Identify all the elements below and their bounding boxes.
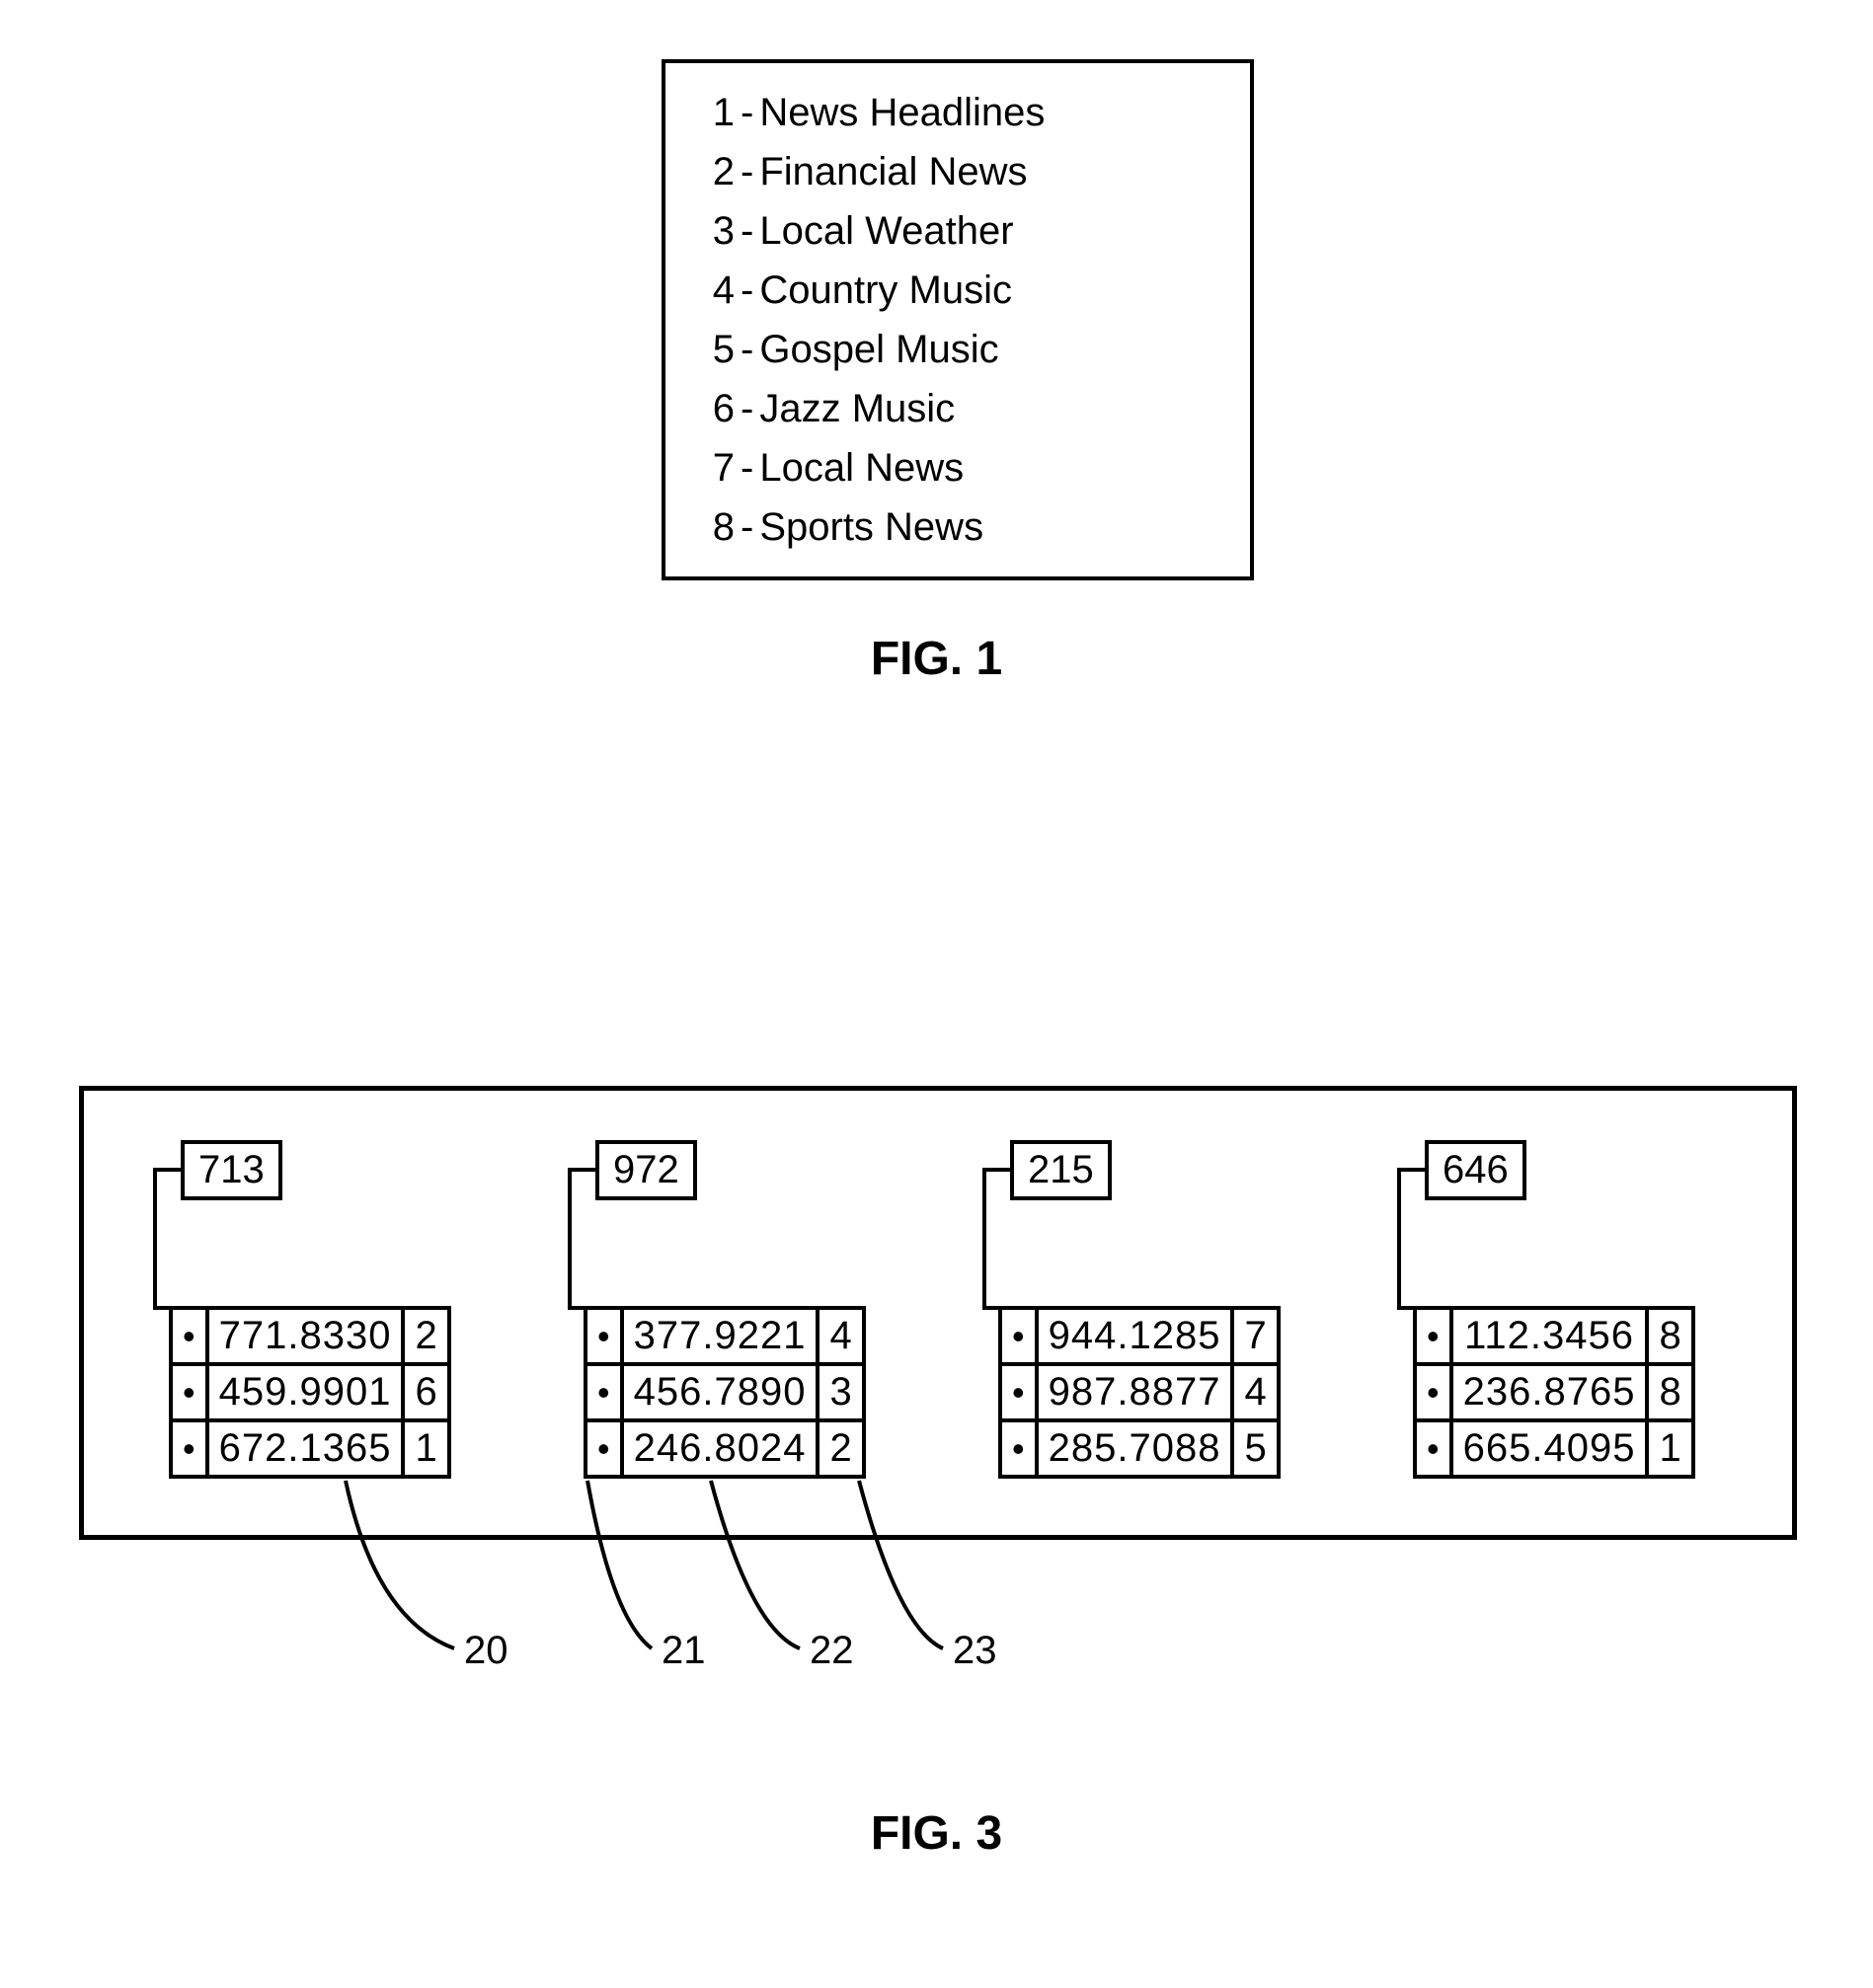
fig1-item-label: Sports News bbox=[759, 505, 983, 549]
table-row: •944.12857 bbox=[1000, 1308, 1279, 1364]
category-code-cell: 8 bbox=[1647, 1308, 1692, 1364]
fig1-item-label: News Headlines bbox=[759, 91, 1045, 134]
fig1-item: 3-Local Weather bbox=[705, 201, 1210, 261]
bracket-icon bbox=[982, 1168, 1012, 1172]
fig1-item: 1-News Headlines bbox=[705, 83, 1210, 142]
bracket-icon bbox=[568, 1168, 572, 1306]
bullet-icon: • bbox=[1000, 1364, 1037, 1420]
fig1-item-num: 2 bbox=[705, 142, 735, 201]
entries-table: •112.34568 •236.87658 •665.40951 bbox=[1413, 1306, 1695, 1479]
fig1-item-num: 4 bbox=[705, 261, 735, 320]
category-code-cell: 5 bbox=[1232, 1420, 1278, 1477]
bracket-icon bbox=[153, 1168, 157, 1306]
area-code-box: 972 bbox=[595, 1140, 697, 1200]
phone-cell: 246.8024 bbox=[622, 1420, 819, 1477]
category-code-cell: 2 bbox=[818, 1420, 863, 1477]
fig1-item: 4-Country Music bbox=[705, 261, 1210, 320]
fig1-item: 2-Financial News bbox=[705, 142, 1210, 201]
fig1-item-label: Jazz Music bbox=[759, 387, 955, 430]
phone-cell: 672.1365 bbox=[207, 1420, 404, 1477]
fig1-item-num: 7 bbox=[705, 438, 735, 497]
bracket-icon bbox=[982, 1168, 986, 1306]
table-row: •377.92214 bbox=[585, 1308, 864, 1364]
fig3-outer-box: 713 •771.83302 •459.99016 •672.13651 972… bbox=[79, 1086, 1797, 1540]
fig3-caption: FIG. 3 bbox=[0, 1806, 1873, 1861]
bullet-icon: • bbox=[1415, 1364, 1451, 1420]
phone-cell: 459.9901 bbox=[207, 1364, 404, 1420]
fig1-item: 7-Local News bbox=[705, 438, 1210, 497]
phone-cell: 112.3456 bbox=[1451, 1308, 1648, 1364]
fig1-item: 6-Jazz Music bbox=[705, 379, 1210, 438]
bullet-icon: • bbox=[585, 1308, 622, 1364]
phone-cell: 771.8330 bbox=[207, 1308, 404, 1364]
bracket-icon bbox=[1397, 1168, 1427, 1172]
table-row: •459.99016 bbox=[171, 1364, 449, 1420]
fig1-item-label: Gospel Music bbox=[759, 328, 998, 371]
table-row: •987.88774 bbox=[1000, 1364, 1279, 1420]
fig1-item: 5-Gospel Music bbox=[705, 320, 1210, 379]
bullet-icon: • bbox=[1415, 1308, 1451, 1364]
category-code-cell: 7 bbox=[1232, 1308, 1278, 1364]
bullet-icon: • bbox=[171, 1420, 207, 1477]
reference-number-21: 21 bbox=[662, 1629, 706, 1673]
fig1-caption: FIG. 1 bbox=[0, 632, 1873, 686]
fig1-item-num: 1 bbox=[705, 83, 735, 142]
fig1-item-label: Local Weather bbox=[759, 209, 1013, 253]
bullet-icon: • bbox=[1000, 1308, 1037, 1364]
category-code-cell: 1 bbox=[403, 1420, 448, 1477]
entries-table: •944.12857 •987.88774 •285.70885 bbox=[998, 1306, 1281, 1479]
reference-number-20: 20 bbox=[464, 1629, 508, 1673]
phone-cell: 665.4095 bbox=[1451, 1420, 1648, 1477]
phone-cell: 987.8877 bbox=[1037, 1364, 1233, 1420]
category-code-cell: 6 bbox=[403, 1364, 448, 1420]
fig1-item-label: Country Music bbox=[759, 268, 1012, 312]
fig1-item-num: 8 bbox=[705, 497, 735, 557]
bullet-icon: • bbox=[1000, 1420, 1037, 1477]
table-row: •456.78903 bbox=[585, 1364, 864, 1420]
area-code-box: 646 bbox=[1425, 1140, 1526, 1200]
entries-table: •377.92214 •456.78903 •246.80242 bbox=[584, 1306, 866, 1479]
table-row: •672.13651 bbox=[171, 1420, 449, 1477]
bracket-icon bbox=[153, 1168, 183, 1172]
phone-cell: 377.9221 bbox=[622, 1308, 819, 1364]
fig1-item-num: 6 bbox=[705, 379, 735, 438]
fig1-item-num: 3 bbox=[705, 201, 735, 261]
fig1-item-num: 5 bbox=[705, 320, 735, 379]
area-code-box: 713 bbox=[181, 1140, 282, 1200]
category-code-cell: 3 bbox=[818, 1364, 863, 1420]
bullet-icon: • bbox=[171, 1308, 207, 1364]
table-row: •771.83302 bbox=[171, 1308, 449, 1364]
bracket-icon bbox=[568, 1168, 597, 1172]
category-code-cell: 8 bbox=[1647, 1364, 1692, 1420]
bracket-icon bbox=[1397, 1168, 1401, 1306]
phone-cell: 944.1285 bbox=[1037, 1308, 1233, 1364]
reference-number-22: 22 bbox=[810, 1629, 854, 1673]
entries-table: •771.83302 •459.99016 •672.13651 bbox=[169, 1306, 451, 1479]
bullet-icon: • bbox=[1415, 1420, 1451, 1477]
bullet-icon: • bbox=[585, 1420, 622, 1477]
fig1-item: 8-Sports News bbox=[705, 497, 1210, 557]
category-code-cell: 4 bbox=[818, 1308, 863, 1364]
bullet-icon: • bbox=[585, 1364, 622, 1420]
table-row: •285.70885 bbox=[1000, 1420, 1279, 1477]
table-row: •112.34568 bbox=[1415, 1308, 1693, 1364]
phone-cell: 285.7088 bbox=[1037, 1420, 1233, 1477]
table-row: •246.80242 bbox=[585, 1420, 864, 1477]
category-code-cell: 1 bbox=[1647, 1420, 1692, 1477]
table-row: •665.40951 bbox=[1415, 1420, 1693, 1477]
fig1-item-label: Financial News bbox=[759, 150, 1027, 193]
category-code-cell: 4 bbox=[1232, 1364, 1278, 1420]
fig1-category-list-box: 1-News Headlines 2-Financial News 3-Loca… bbox=[662, 59, 1254, 580]
category-code-cell: 2 bbox=[403, 1308, 448, 1364]
phone-cell: 236.8765 bbox=[1451, 1364, 1648, 1420]
table-row: •236.87658 bbox=[1415, 1364, 1693, 1420]
bullet-icon: • bbox=[171, 1364, 207, 1420]
area-code-box: 215 bbox=[1010, 1140, 1112, 1200]
reference-number-23: 23 bbox=[953, 1629, 997, 1673]
fig1-item-label: Local News bbox=[759, 446, 964, 490]
phone-cell: 456.7890 bbox=[622, 1364, 819, 1420]
